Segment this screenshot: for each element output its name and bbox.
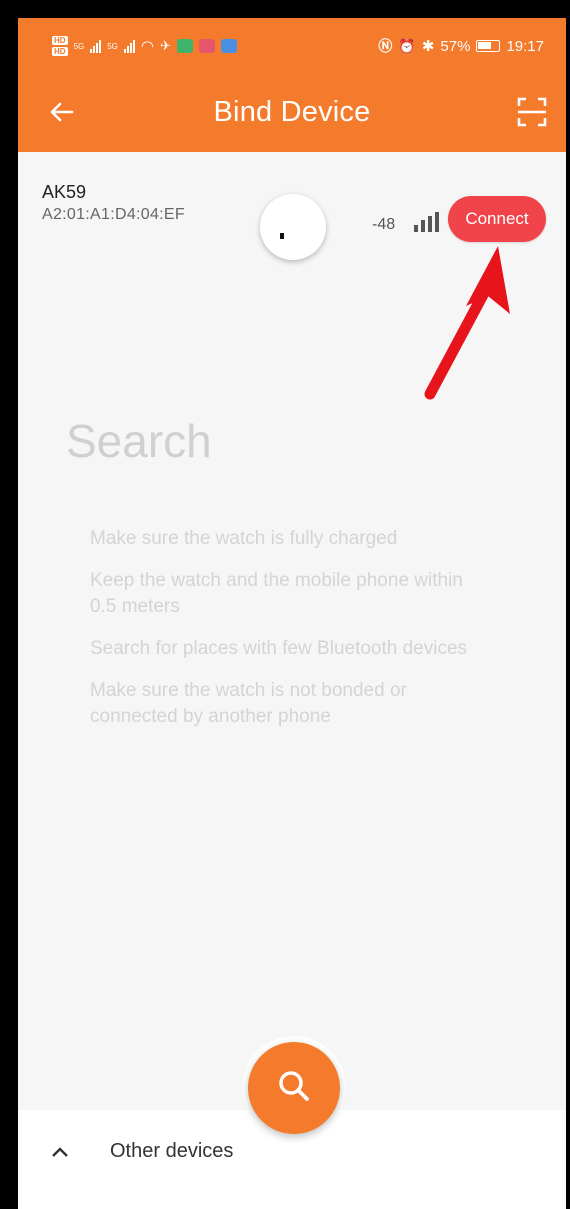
chevron-up-icon[interactable] <box>51 1146 69 1158</box>
connect-button[interactable]: Connect <box>448 196 546 242</box>
wifi-icon: ◠ <box>140 38 154 55</box>
signal-strength-value: -48 <box>372 216 396 233</box>
search-button[interactable] <box>248 1042 340 1134</box>
other-devices-label[interactable]: Other devices <box>110 1140 233 1163</box>
loading-spinner <box>260 194 326 260</box>
search-heading: Search <box>66 415 212 467</box>
device-mac-address: A2:01:A1:D4:04:EF <box>42 206 185 223</box>
search-tip: Make sure the watch is not bonded or con… <box>90 680 407 727</box>
nfc-icon: Ⓝ <box>378 38 393 54</box>
clock: 19:17 <box>506 37 544 55</box>
alarm-icon: ⏰ <box>398 37 416 54</box>
app-notification-icon <box>220 39 237 53</box>
network-type-label: 5G <box>73 41 85 51</box>
notification-icon: ✈ <box>160 38 171 53</box>
app-notification-icon <box>176 39 193 53</box>
network-type-label: 5G <box>107 41 118 51</box>
app-screen: HD HD 5G 5G ◠ ✈ Ⓝ ⏰ ✱ 57% 19:17 Bind Dev… <box>18 18 566 1209</box>
scan-icon[interactable] <box>514 94 550 130</box>
search-tip: Make sure the watch is fully charged <box>90 528 398 549</box>
page-title: Bind Device <box>213 96 371 128</box>
search-tip: Keep the watch and the mobile phone with… <box>90 570 463 617</box>
battery-percent: 57% <box>440 37 471 55</box>
hd-badge: HD <box>52 36 68 45</box>
cell-signal-icon <box>123 39 135 53</box>
hd-badge: HD <box>52 47 68 56</box>
status-left-icons: HD HD 5G 5G ◠ ✈ <box>52 36 237 56</box>
cell-signal-icon <box>90 39 102 53</box>
mail-notification-icon <box>198 39 215 53</box>
hd-badges: HD HD <box>52 36 68 56</box>
search-tips-list: Make sure the watch is fully charged Kee… <box>90 526 490 746</box>
app-header: HD HD 5G 5G ◠ ✈ Ⓝ ⏰ ✱ 57% 19:17 Bind Dev… <box>18 18 566 152</box>
signal-strength-icon <box>414 212 439 232</box>
status-right-icons: Ⓝ ⏰ ✱ 57% 19:17 <box>378 36 544 56</box>
search-tip: Search for places with few Bluetooth dev… <box>90 638 468 659</box>
battery-icon <box>476 40 501 52</box>
annotation-arrow-icon <box>424 246 510 400</box>
bluetooth-icon: ✱ <box>421 38 435 55</box>
status-bar: HD HD 5G 5G ◠ ✈ Ⓝ ⏰ ✱ 57% 19:17 <box>18 18 566 76</box>
search-icon <box>279 1071 309 1101</box>
device-name: AK59 <box>42 182 87 202</box>
nav-bar: Bind Device <box>18 76 566 152</box>
